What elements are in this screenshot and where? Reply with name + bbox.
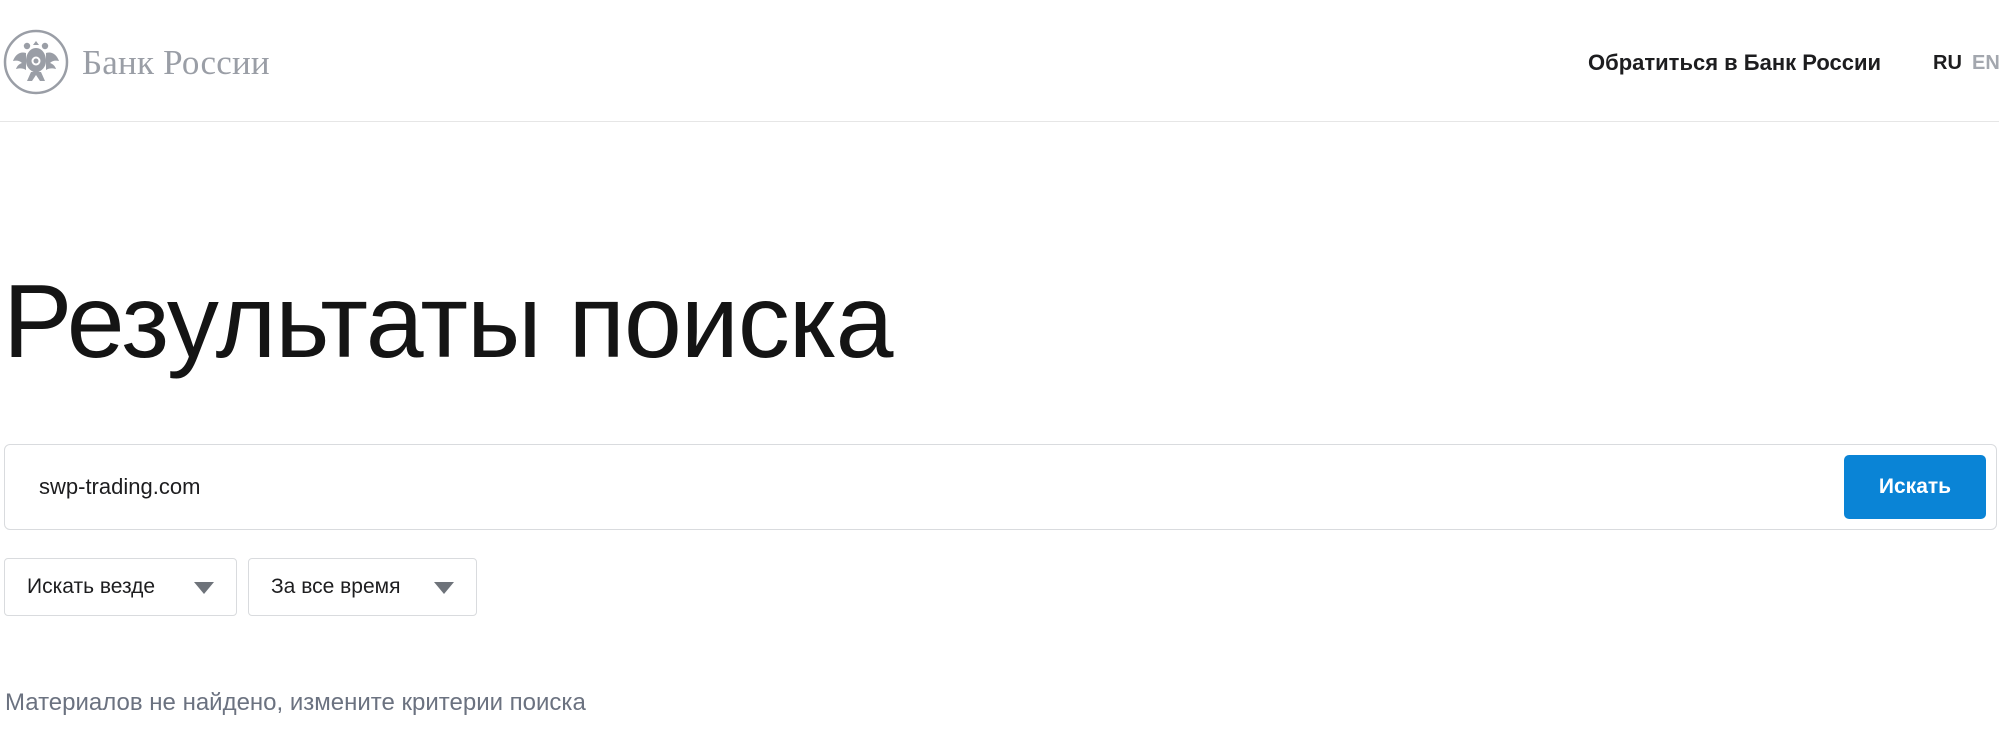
lang-ru-link[interactable]: RU <box>1933 50 1962 76</box>
page-title: Результаты поиска <box>3 264 893 380</box>
search-button[interactable]: Искать <box>1844 455 1986 519</box>
page: Банк России Обратиться в Банк России RU … <box>0 0 1999 740</box>
eagle-emblem-icon <box>3 29 69 95</box>
logo-text: Банк России <box>82 42 270 82</box>
site-header: Банк России Обратиться в Банк России RU … <box>0 0 1999 122</box>
filter-where-dropdown[interactable]: Искать везде <box>4 558 237 616</box>
caret-down-icon <box>434 582 454 594</box>
search-box: Искать <box>4 444 1997 530</box>
lang-en-link[interactable]: EN <box>1972 50 1999 76</box>
empty-results-message: Материалов не найдено, измените критерии… <box>5 689 586 716</box>
logo-link[interactable]: Банк России <box>3 29 270 95</box>
caret-down-icon <box>194 582 214 594</box>
filter-where-label: Искать везде <box>27 575 156 598</box>
filter-time-label: За все время <box>271 575 401 598</box>
filter-time-dropdown[interactable]: За все время <box>248 558 477 616</box>
contact-bank-link[interactable]: Обратиться в Банк России <box>1588 50 1881 76</box>
search-input[interactable] <box>33 463 1825 511</box>
